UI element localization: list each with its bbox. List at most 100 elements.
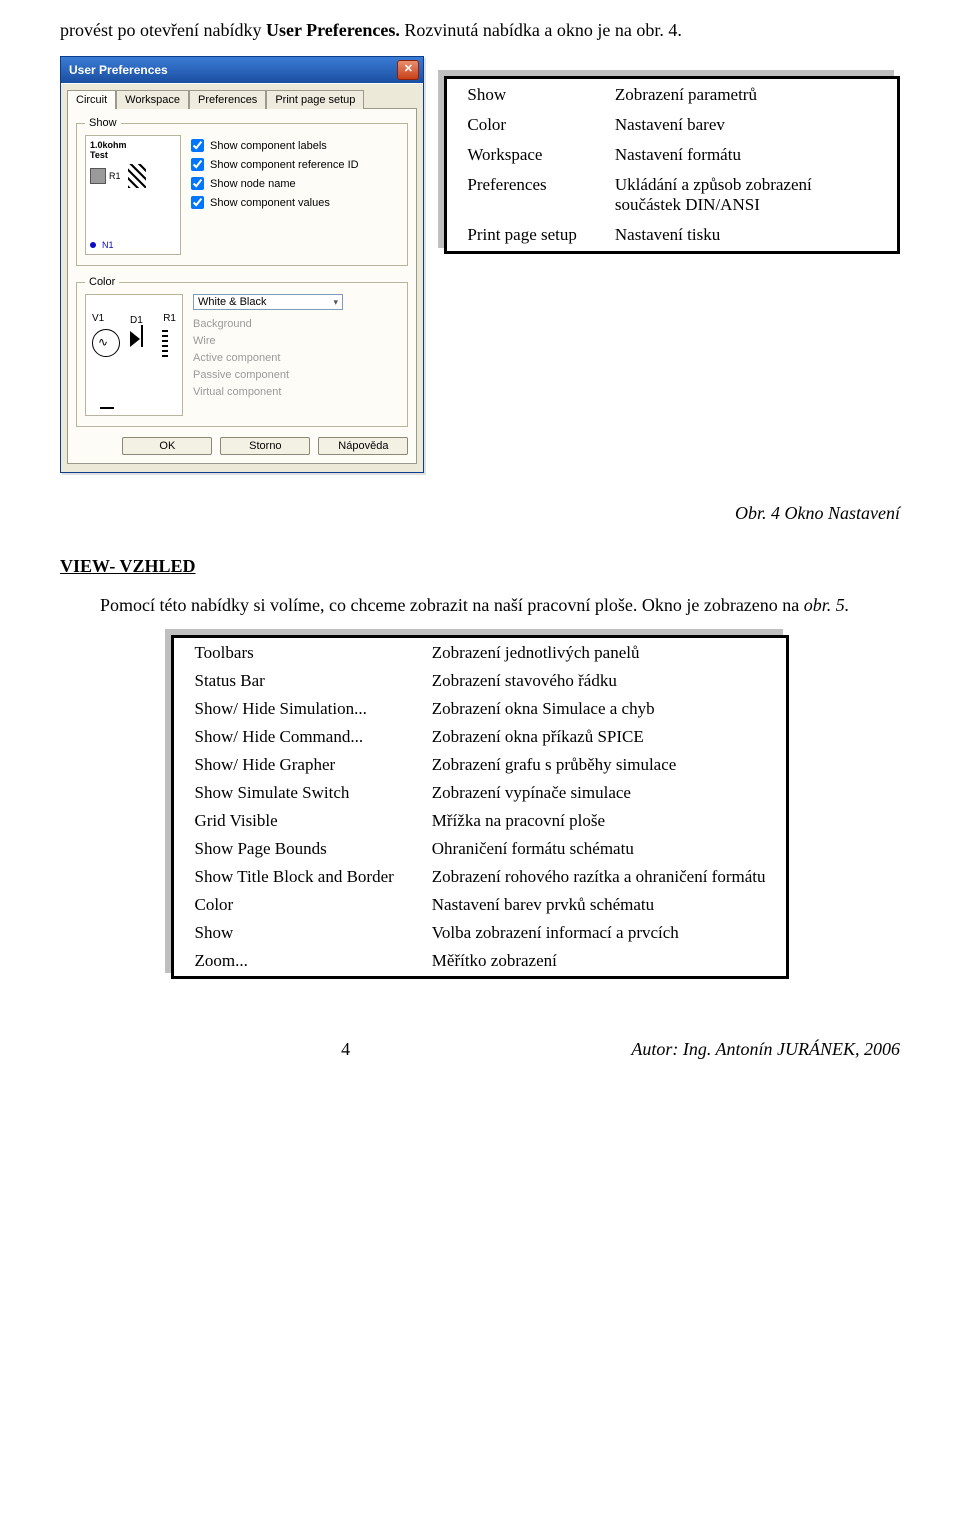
author-label: Autor: Ing. Antonín JURÁNEK, 2006 <box>631 1039 900 1060</box>
table-row: Show/ Hide Simulation...Zobrazení okna S… <box>176 696 783 722</box>
check-label-1: Show component reference ID <box>210 159 359 171</box>
check-show-labels[interactable]: Show component labels <box>191 139 359 152</box>
big-key-5: Show Simulate Switch <box>176 780 411 806</box>
checkbox-refid[interactable] <box>191 158 204 171</box>
dialog-title: User Preferences <box>69 63 168 77</box>
table-row: ShowZobrazení parametrů <box>449 81 895 109</box>
check-show-refid[interactable]: Show component reference ID <box>191 158 359 171</box>
page-number: 4 <box>341 1039 350 1060</box>
color-preview: V1 ∿ D1 R1 <box>85 294 183 416</box>
schem-v1-label: V1 <box>92 313 104 324</box>
figure-caption: Obr. 4 Okno Nastavení <box>735 503 900 524</box>
user-preferences-dialog: User Preferences ✕ Circuit Workspace Pre… <box>60 56 424 473</box>
ok-button[interactable]: OK <box>122 437 212 455</box>
check-show-node[interactable]: Show node name <box>191 177 359 190</box>
intro-paragraph: provést po otevření nabídky User Prefere… <box>60 18 900 42</box>
big-key-9: Color <box>176 892 411 918</box>
node-dot-icon <box>90 242 96 248</box>
schem-r1-label: R1 <box>163 313 176 324</box>
gray-item-4: Virtual component <box>193 386 399 398</box>
diode-icon <box>130 331 140 347</box>
big-val-6: Mřížka na pracovní ploše <box>414 808 784 834</box>
intro-lead: provést po otevření nabídky <box>60 20 266 40</box>
table-row: ColorNastavení barev <box>449 111 895 139</box>
table-row: PreferencesUkládání a způsob zobrazení s… <box>449 171 895 219</box>
view-body: Pomocí této nabídky si volíme, co chceme… <box>60 593 900 617</box>
checkbox-labels[interactable] <box>191 139 204 152</box>
page-footer: 4 Autor: Ing. Antonín JURÁNEK, 2006 <box>60 1039 900 1060</box>
big-val-11: Měřítko zobrazení <box>414 948 784 974</box>
view-menu-table: ToolbarsZobrazení jednotlivých panelůSta… <box>171 635 788 979</box>
gray-item-0: Background <box>193 318 399 330</box>
table-row: Print page setupNastavení tisku <box>449 221 895 249</box>
preview-r1: R1 <box>109 171 121 181</box>
table-row: Show Simulate SwitchZobrazení vypínače s… <box>176 780 783 806</box>
diode-bar-icon <box>141 325 143 347</box>
big-val-0: Zobrazení jednotlivých panelů <box>414 640 784 666</box>
close-icon[interactable]: ✕ <box>397 60 419 80</box>
checkbox-values[interactable] <box>191 196 204 209</box>
check-label-2: Show node name <box>210 178 296 190</box>
resistor-icon <box>128 164 146 188</box>
desc-key-2: Workspace <box>449 141 595 169</box>
big-val-1: Zobrazení stavového řádku <box>414 668 784 694</box>
dialog-tabs: Circuit Workspace Preferences Print page… <box>67 90 417 109</box>
tab-workspace[interactable]: Workspace <box>116 90 189 109</box>
big-key-6: Grid Visible <box>176 808 411 834</box>
desc-val-4: Nastavení tisku <box>597 221 895 249</box>
big-val-2: Zobrazení okna Simulace a chyb <box>414 696 784 722</box>
preview-value-2: Test <box>90 150 176 160</box>
gray-item-3: Passive component <box>193 369 399 381</box>
gray-item-1: Wire <box>193 335 399 347</box>
desc-key-4: Print page setup <box>449 221 595 249</box>
tab-preferences[interactable]: Preferences <box>189 90 266 109</box>
tab-print-page[interactable]: Print page setup <box>266 90 364 109</box>
checkbox-node[interactable] <box>191 177 204 190</box>
cancel-button[interactable]: Storno <box>220 437 310 455</box>
big-key-11: Zoom... <box>176 948 411 974</box>
preview-value-1: 1.0kohm <box>90 140 176 150</box>
big-val-9: Nastavení barev prvků schématu <box>414 892 784 918</box>
table-row: Grid VisibleMřížka na pracovní ploše <box>176 808 783 834</box>
big-key-3: Show/ Hide Command... <box>176 724 411 750</box>
table-row: Status BarZobrazení stavového řádku <box>176 668 783 694</box>
tab-circuit[interactable]: Circuit <box>67 90 116 109</box>
table-row: Show/ Hide GrapherZobrazení grafu s průb… <box>176 752 783 778</box>
big-val-3: Zobrazení okna příkazů SPICE <box>414 724 784 750</box>
big-val-10: Volba zobrazení informací a prvcích <box>414 920 784 946</box>
view-body-italic: obr. 5. <box>804 595 850 615</box>
color-legend: Color <box>85 276 119 288</box>
intro-tail: Rozvinutá nabídka a okno je na obr. 4. <box>404 20 681 40</box>
table-row: Show/ Hide Command...Zobrazení okna přík… <box>176 724 783 750</box>
desc-key-0: Show <box>449 81 595 109</box>
desc-key-3: Preferences <box>449 171 595 219</box>
big-key-2: Show/ Hide Simulation... <box>176 696 411 722</box>
help-button[interactable]: Nápověda <box>318 437 408 455</box>
big-val-5: Zobrazení vypínače simulace <box>414 780 784 806</box>
show-preview: 1.0kohm Test R1 <box>85 135 181 255</box>
preview-box-icon <box>90 168 106 184</box>
check-show-values[interactable]: Show component values <box>191 196 359 209</box>
big-key-1: Status Bar <box>176 668 411 694</box>
intro-bold: User Preferences. <box>266 20 400 40</box>
table-row: ShowVolba zobrazení informací a prvcích <box>176 920 783 946</box>
table-row: ToolbarsZobrazení jednotlivých panelů <box>176 640 783 666</box>
resistor-symbol-icon <box>162 329 168 357</box>
chevron-down-icon: ▾ <box>333 297 338 308</box>
color-property-list: Background Wire Active component Passive… <box>193 318 399 398</box>
big-key-0: Toolbars <box>176 640 411 666</box>
show-group: Show 1.0kohm Test R1 <box>76 117 408 266</box>
table-row: Zoom...Měřítko zobrazení <box>176 948 783 974</box>
sine-icon: ∿ <box>98 335 108 349</box>
dialog-titlebar[interactable]: User Preferences ✕ <box>61 57 423 83</box>
big-val-7: Ohraničení formátu schématu <box>414 836 784 862</box>
tab-description-table: ShowZobrazení parametrů ColorNastavení b… <box>444 76 900 254</box>
color-select[interactable]: White & Black ▾ <box>193 294 343 310</box>
big-key-4: Show/ Hide Grapher <box>176 752 411 778</box>
color-value: White & Black <box>198 296 266 308</box>
table-row: WorkspaceNastavení formátu <box>449 141 895 169</box>
big-val-8: Zobrazení rohového razítka a ohraničení … <box>414 864 784 890</box>
big-val-4: Zobrazení grafu s průběhy simulace <box>414 752 784 778</box>
big-key-8: Show Title Block and Border <box>176 864 411 890</box>
big-key-7: Show Page Bounds <box>176 836 411 862</box>
